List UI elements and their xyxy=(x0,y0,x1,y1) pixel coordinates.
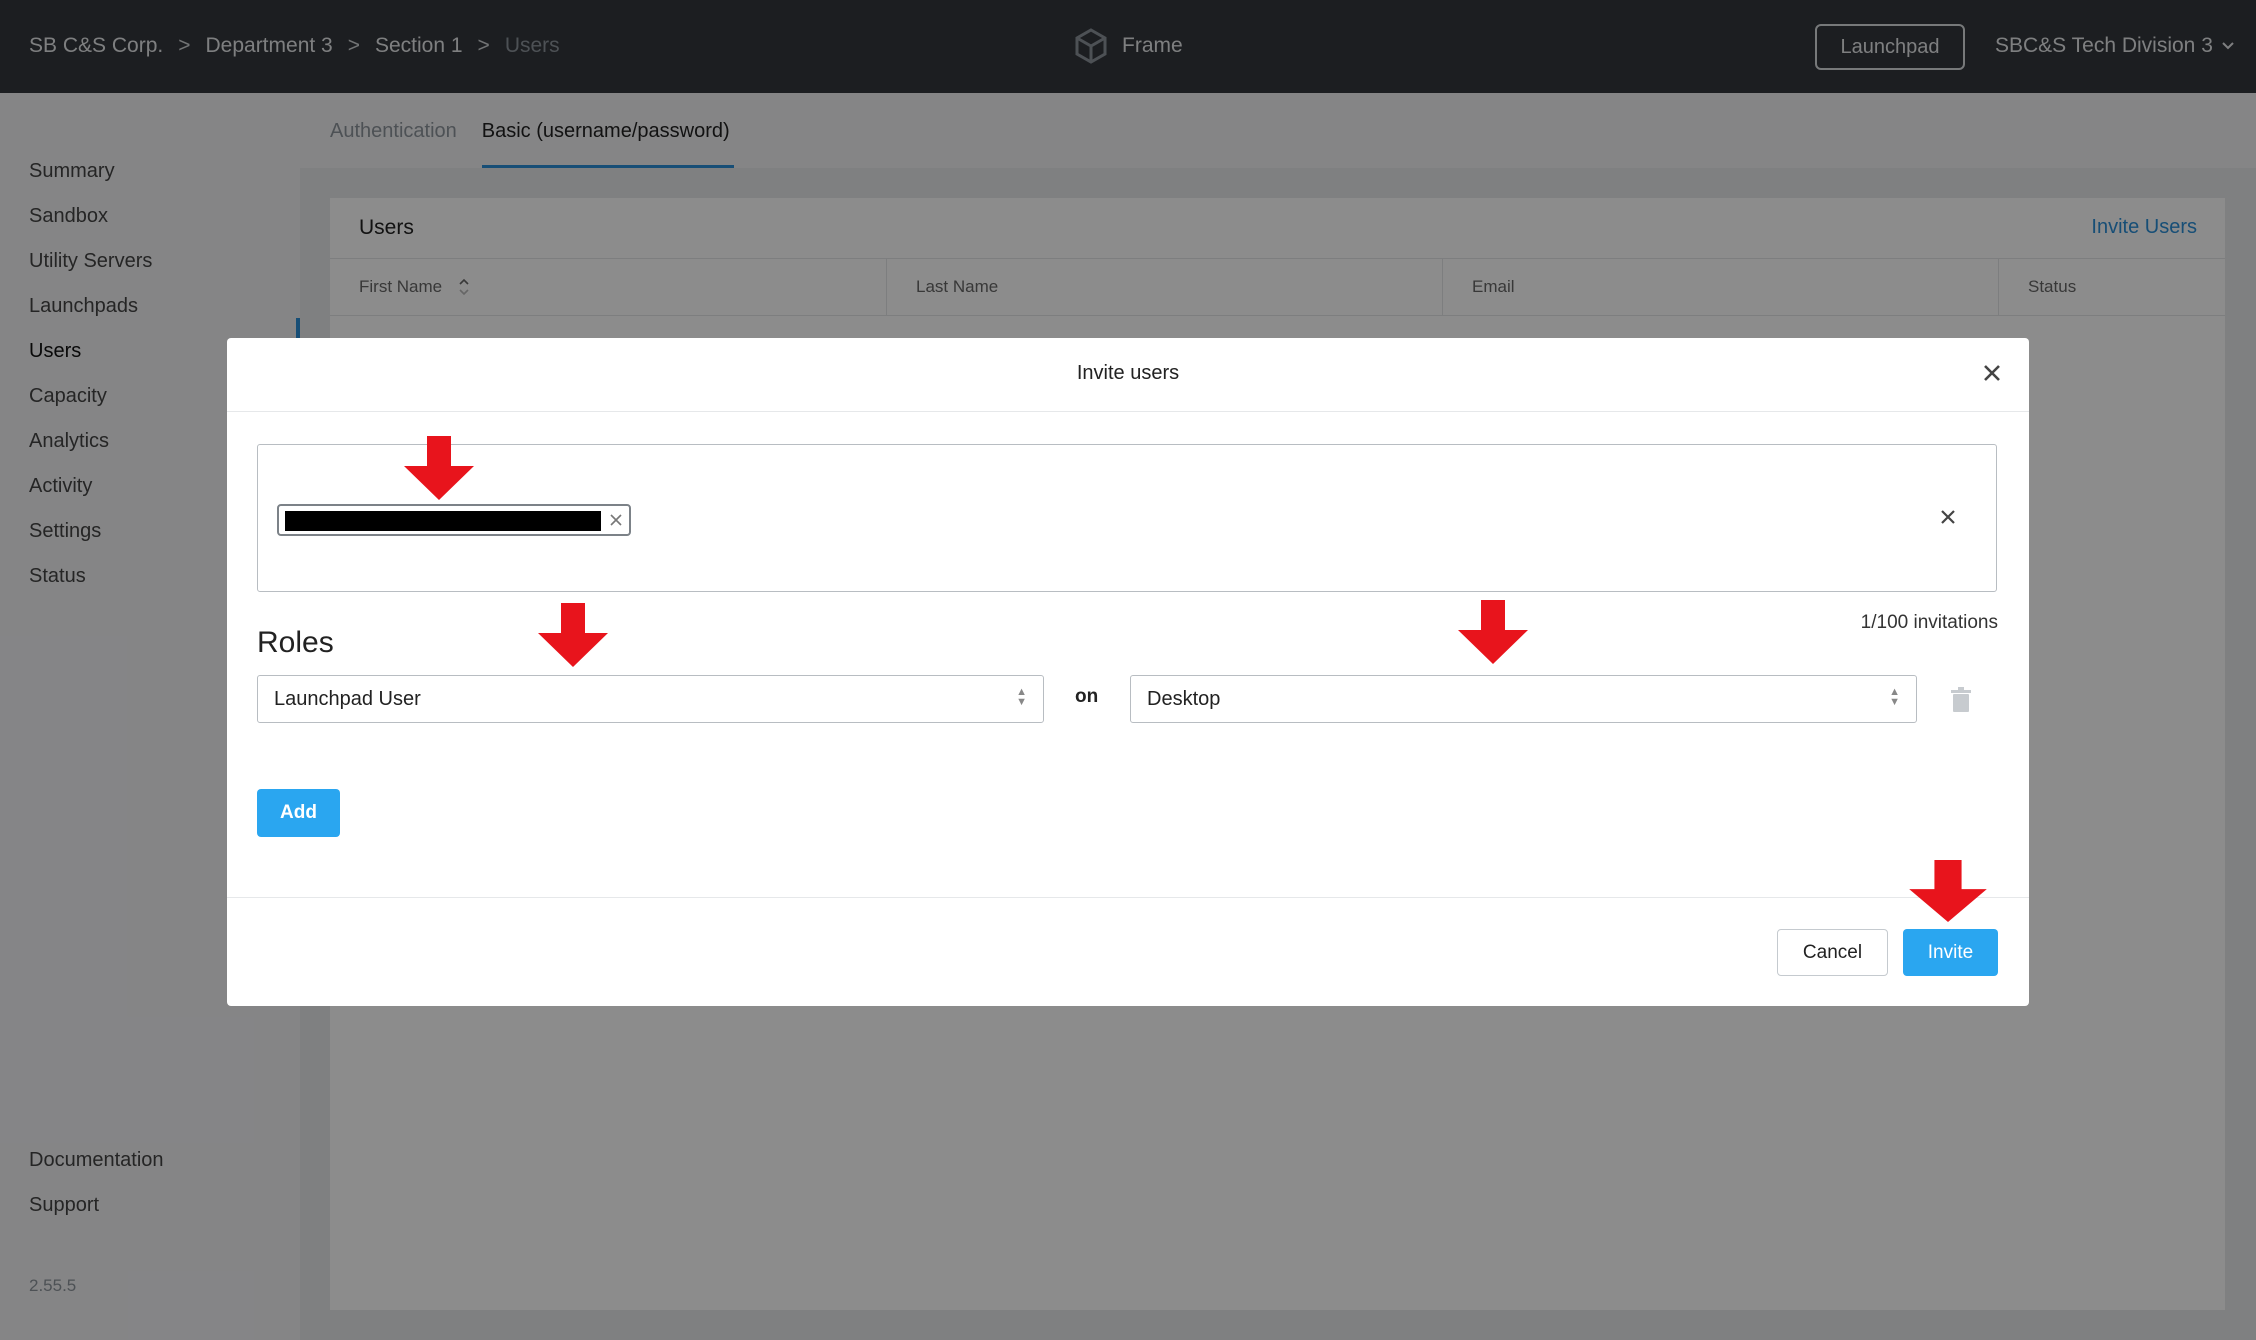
roles-heading: Roles xyxy=(257,626,334,659)
on-label: on xyxy=(1075,686,1099,707)
invite-users-modal: Invite users 1/100 invitations Roles Lau… xyxy=(227,338,2029,1006)
cancel-button[interactable]: Cancel xyxy=(1777,929,1888,976)
target-select-value: Desktop xyxy=(1147,688,1221,710)
modal-footer-divider xyxy=(227,897,2029,898)
email-input[interactable] xyxy=(257,444,1997,592)
redacted-email xyxy=(285,511,601,531)
remove-chip-icon[interactable] xyxy=(608,508,624,533)
email-chip xyxy=(277,504,631,536)
select-caret-icon: ▲ ▼ xyxy=(1016,686,1027,708)
annotation-arrow-icon xyxy=(538,603,608,667)
invite-button[interactable]: Invite xyxy=(1903,929,1998,976)
annotation-arrow-icon xyxy=(404,436,474,500)
select-caret-icon: ▲ ▼ xyxy=(1889,686,1900,708)
trash-icon[interactable] xyxy=(1950,687,1972,713)
add-role-button[interactable]: Add xyxy=(257,789,340,837)
modal-title: Invite users xyxy=(1076,362,1180,384)
annotation-arrow-icon xyxy=(1458,600,1528,664)
role-select-value: Launchpad User xyxy=(274,688,421,710)
modal-header: Invite users xyxy=(227,338,2029,412)
invitation-count: 1/100 invitations xyxy=(1860,612,1998,633)
clear-icon[interactable] xyxy=(1938,503,1958,533)
target-select[interactable]: Desktop ▲ ▼ xyxy=(1130,675,1917,723)
close-icon[interactable] xyxy=(1977,358,2007,388)
role-select[interactable]: Launchpad User ▲ ▼ xyxy=(257,675,1044,723)
annotation-arrow-icon xyxy=(1909,860,1987,923)
